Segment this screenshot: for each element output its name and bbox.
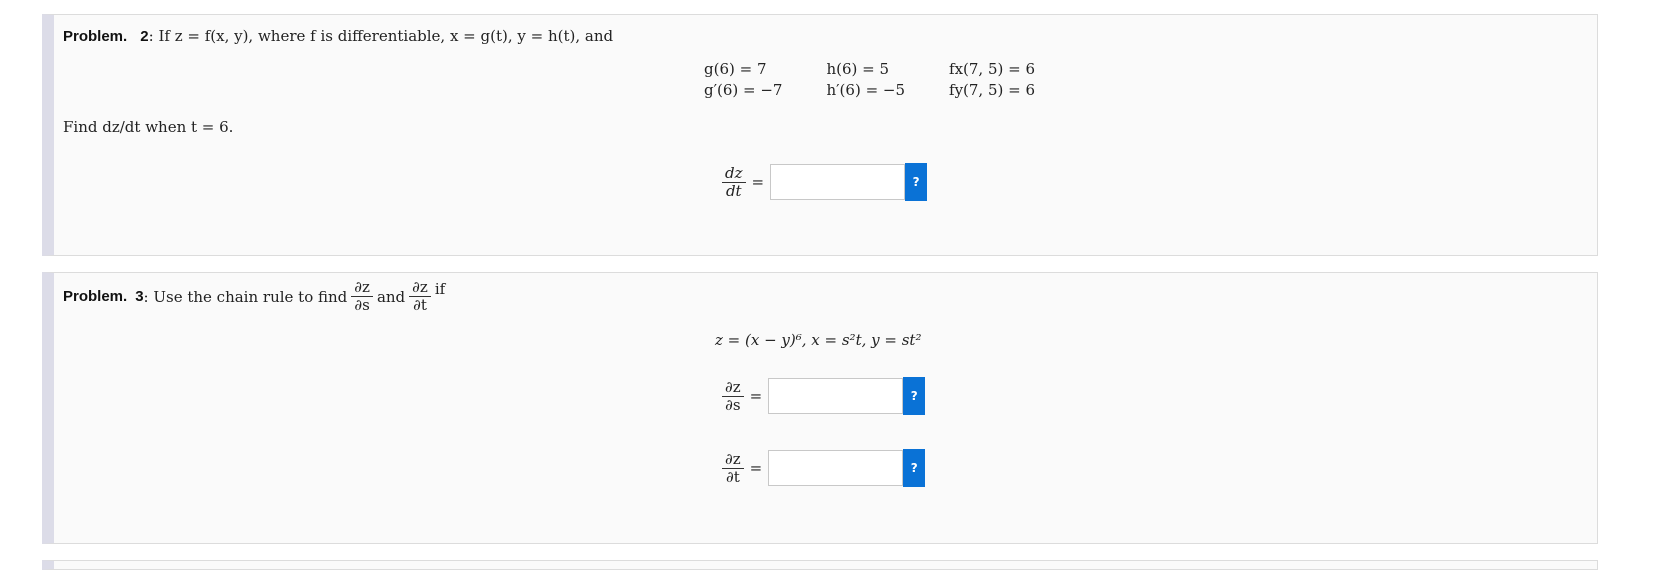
dzds-answer-input[interactable] <box>768 378 904 414</box>
dzdt-fraction: dz dt <box>722 163 746 200</box>
and-word: and <box>376 287 406 306</box>
given-g6: g(6) = 7 <box>704 60 767 78</box>
dzdt-partial-help-button[interactable]: ? <box>903 449 926 487</box>
dzds-num: ∂z <box>351 279 373 297</box>
help-icon: ? <box>910 461 918 475</box>
given-h6: h(6) = 5 <box>826 60 890 78</box>
dzdt-denominator: dt <box>725 181 742 200</box>
dzdt-partial-num: ∂z <box>409 279 431 297</box>
dzds-answer-fraction: ∂z ∂s <box>722 378 744 414</box>
problem-3-card: Problem. 3: Use the chain rule to find ∂… <box>42 272 1598 544</box>
problem-3-label: Problem. <box>63 288 128 305</box>
dzds-answer-row: ∂z ∂s = ? <box>722 377 926 415</box>
dzdt-partial-answer-row: ∂z ∂t = ? <box>722 449 926 487</box>
given-fy: fy(7, 5) = 6 <box>949 81 1036 99</box>
dzdt-answer-input[interactable] <box>770 164 906 200</box>
dzds-help-button[interactable]: ? <box>903 377 926 415</box>
equals-sign: = <box>749 459 763 477</box>
equals-sign: = <box>749 387 763 405</box>
given-values-table: g(6) = 7 h(6) = 5 fx(7, 5) = 6 g′(6) = −… <box>682 59 1057 101</box>
given-hprime6: h′(6) = −5 <box>826 81 906 99</box>
dzds-answer-num: ∂z <box>722 378 744 397</box>
dzdt-partial-den: ∂t <box>413 296 427 314</box>
problem-2-text: : If z = f(x, y), where f is differentia… <box>148 27 614 45</box>
help-icon: ? <box>912 175 920 189</box>
given-values-row: g(6) = 7 h(6) = 5 fx(7, 5) = 6 <box>682 59 1057 80</box>
dzdt-help-button[interactable]: ? <box>905 163 928 201</box>
problem-2-card: Problem. 2: If z = f(x, y), where f is d… <box>42 14 1598 256</box>
dzdt-numerator: dz <box>725 163 743 182</box>
dzdt-answer-fraction: ∂z ∂t <box>722 450 744 486</box>
dzds-den: ∂s <box>354 296 370 314</box>
dzds-answer-den: ∂s <box>725 395 741 414</box>
equals-sign: = <box>751 173 765 191</box>
given-fx: fx(7, 5) = 6 <box>949 60 1036 78</box>
given-values-row: g′(6) = −7 h′(6) = −5 fy(7, 5) = 6 <box>682 80 1057 101</box>
dzdt-answer-den: ∂t <box>725 467 740 486</box>
help-icon: ? <box>910 389 918 403</box>
given-gprime6: g′(6) = −7 <box>704 81 783 99</box>
dzdt-partial-answer-input[interactable] <box>768 450 904 486</box>
problem-3-statement: Problem. 3: Use the chain rule to find ∂… <box>63 279 445 314</box>
problem-4-card <box>42 560 1598 570</box>
problem-2-statement: Problem. 2: If z = f(x, y), where f is d… <box>63 26 613 45</box>
dzdt-partial-fraction: ∂z ∂t <box>409 279 431 314</box>
dzdt-answer-row: dz dt = ? <box>722 163 928 201</box>
problem-2-number: 2 <box>140 28 149 45</box>
chain-equation: z = (x − y)⁶, x = s²t, y = st² <box>715 331 922 349</box>
problem-3-number: 3 <box>135 288 144 305</box>
dzds-fraction: ∂z ∂s <box>351 279 373 314</box>
if-word: if <box>434 279 446 298</box>
find-instruction: Find dz/dt when t = 6. <box>63 118 234 136</box>
dzdt-answer-num: ∂z <box>722 450 744 469</box>
problem-2-label: Problem. <box>63 28 128 45</box>
problem-3-intro: : Use the chain rule to find <box>143 287 348 306</box>
